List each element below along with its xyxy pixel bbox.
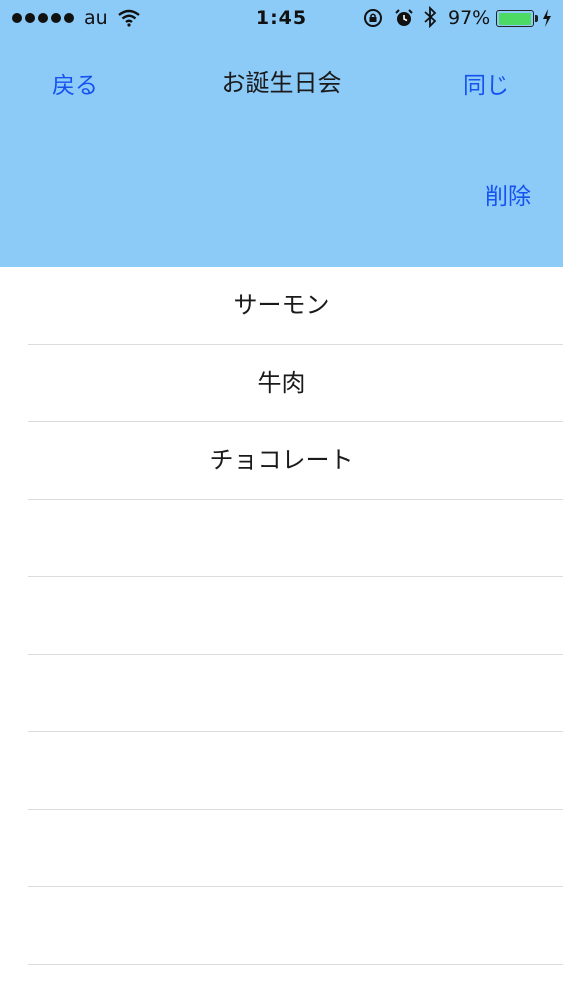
list-item[interactable] bbox=[28, 577, 563, 655]
battery-icon bbox=[496, 10, 534, 27]
list-item[interactable] bbox=[28, 732, 563, 810]
orientation-lock-icon bbox=[364, 9, 382, 27]
bluetooth-icon bbox=[424, 6, 437, 28]
list-item[interactable] bbox=[28, 810, 563, 887]
battery-tip bbox=[535, 15, 538, 22]
list-item-label: サーモン bbox=[233, 291, 330, 319]
alarm-icon bbox=[395, 9, 413, 26]
list-item[interactable] bbox=[28, 655, 563, 732]
status-bar: au 1:45 97% bbox=[0, 0, 563, 38]
screen: au 1:45 97% 戻る お誕生日会 同じ 削除 サーモン 牛肉 チョコレー… bbox=[0, 0, 563, 1000]
list-item-label: 牛肉 bbox=[257, 368, 306, 397]
list-item[interactable]: サーモン bbox=[28, 267, 563, 345]
charging-bolt-icon bbox=[543, 9, 551, 27]
list-item-label: チョコレート bbox=[209, 446, 354, 474]
list-item[interactable]: 牛肉 bbox=[28, 345, 563, 422]
battery-percent: 97% bbox=[448, 7, 491, 29]
list-item[interactable] bbox=[28, 887, 563, 965]
list-item[interactable] bbox=[28, 500, 563, 577]
same-button[interactable]: 同じ bbox=[463, 66, 509, 100]
header: au 1:45 97% 戻る お誕生日会 同じ 削除 bbox=[0, 0, 563, 267]
item-list: サーモン 牛肉 チョコレート bbox=[0, 267, 563, 965]
list-item[interactable]: チョコレート bbox=[28, 422, 563, 500]
delete-button[interactable]: 削除 bbox=[485, 177, 531, 211]
